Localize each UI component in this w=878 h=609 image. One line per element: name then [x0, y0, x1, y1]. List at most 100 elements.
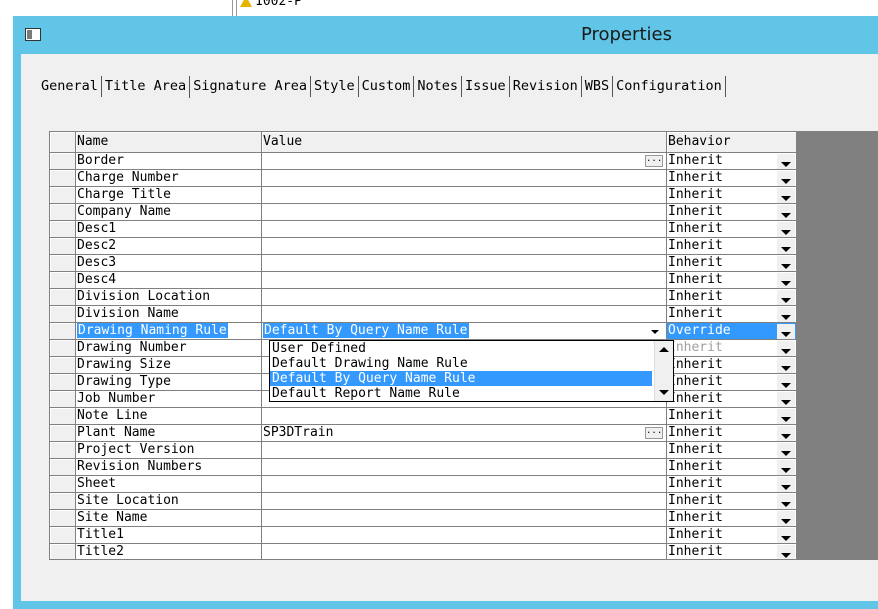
chevron-down-icon[interactable]: [777, 222, 795, 237]
property-name-cell[interactable]: Desc2: [76, 238, 262, 255]
row-selector[interactable]: [50, 170, 76, 187]
property-name-cell[interactable]: Company Name: [76, 204, 262, 221]
table-row[interactable]: Site Name Inherit: [50, 510, 878, 527]
row-selector[interactable]: [50, 272, 76, 289]
chevron-down-icon[interactable]: [777, 375, 795, 390]
table-row[interactable]: Border... Inherit: [50, 153, 878, 170]
table-row[interactable]: Revision Numbers Inherit: [50, 459, 878, 476]
row-selector[interactable]: [50, 408, 76, 425]
property-name-cell[interactable]: Sheet: [76, 476, 262, 493]
property-value-cell[interactable]: [262, 221, 667, 238]
row-selector[interactable]: [50, 289, 76, 306]
property-value-cell[interactable]: [262, 255, 667, 272]
row-selector[interactable]: [50, 221, 76, 238]
behavior-select[interactable]: Inherit: [667, 391, 797, 408]
tab-configuration[interactable]: Configuration: [613, 76, 726, 97]
behavior-select[interactable]: Inherit: [667, 493, 797, 510]
tab-style[interactable]: Style: [311, 76, 359, 97]
behavior-select[interactable]: Inherit: [667, 221, 797, 238]
behavior-select[interactable]: Inherit: [667, 527, 797, 544]
row-selector[interactable]: [50, 459, 76, 476]
table-row[interactable]: Project Version Inherit: [50, 442, 878, 459]
property-name-cell[interactable]: Job Number: [76, 391, 262, 408]
behavior-select[interactable]: Inherit: [667, 357, 797, 374]
behavior-select[interactable]: Inherit: [667, 238, 797, 255]
chevron-down-icon[interactable]: [777, 358, 795, 373]
row-selector[interactable]: [50, 187, 76, 204]
tab-issue[interactable]: Issue: [462, 76, 510, 97]
behavior-select[interactable]: Inherit: [667, 544, 797, 559]
scroll-down-icon[interactable]: [655, 384, 673, 401]
tab-wbs[interactable]: WBS: [582, 76, 614, 97]
behavior-select[interactable]: Inherit: [667, 272, 797, 289]
row-selector[interactable]: [50, 306, 76, 323]
property-value-cell[interactable]: [262, 306, 667, 323]
property-value-cell[interactable]: [262, 408, 667, 425]
property-name-cell[interactable]: Plant Name: [76, 425, 262, 442]
row-selector[interactable]: [50, 476, 76, 493]
chevron-down-icon[interactable]: [777, 341, 795, 356]
property-name-cell[interactable]: Revision Numbers: [76, 459, 262, 476]
chevron-down-icon[interactable]: [777, 426, 795, 441]
chevron-down-icon[interactable]: [777, 409, 795, 424]
behavior-select[interactable]: Inherit: [667, 425, 797, 442]
chevron-down-icon[interactable]: [777, 171, 795, 186]
behavior-select[interactable]: Inherit: [667, 289, 797, 306]
property-name-cell[interactable]: Title1: [76, 527, 262, 544]
property-value-cell[interactable]: [262, 204, 667, 221]
behavior-select[interactable]: Inherit: [667, 255, 797, 272]
property-value-cell[interactable]: SP3DTrain...: [262, 425, 667, 442]
tree-item-1002[interactable]: 1002-P: [240, 0, 302, 9]
property-name-cell[interactable]: Division Location: [76, 289, 262, 306]
behavior-select[interactable]: Inherit: [667, 306, 797, 323]
row-selector[interactable]: [50, 204, 76, 221]
chevron-down-icon[interactable]: [777, 205, 795, 220]
table-row[interactable]: Drawing Naming Rule Default By Query Name…: [50, 323, 878, 340]
table-row[interactable]: Desc1 Inherit: [50, 221, 878, 238]
ellipsis-button[interactable]: ...: [645, 427, 663, 439]
property-name-cell[interactable]: Charge Title: [76, 187, 262, 204]
behavior-select[interactable]: Inherit: [667, 374, 797, 391]
behavior-select[interactable]: Inherit: [667, 408, 797, 425]
property-name-cell[interactable]: Project Version: [76, 442, 262, 459]
table-row[interactable]: Division Location Inherit: [50, 289, 878, 306]
row-selector[interactable]: [50, 374, 76, 391]
tab-custom[interactable]: Custom: [359, 76, 415, 97]
property-value-cell[interactable]: [262, 170, 667, 187]
column-header-behavior[interactable]: Behavior: [667, 132, 797, 153]
tab-general[interactable]: General: [38, 76, 102, 97]
behavior-select[interactable]: Override: [667, 323, 797, 340]
title-bar[interactable]: Properties: [13, 16, 878, 54]
row-selector[interactable]: [50, 527, 76, 544]
chevron-down-icon[interactable]: [777, 545, 795, 559]
table-row[interactable]: Company Name Inherit: [50, 204, 878, 221]
property-value-cell[interactable]: [262, 544, 667, 559]
property-name-cell[interactable]: Note Line: [76, 408, 262, 425]
property-value-cell[interactable]: ...: [262, 153, 667, 170]
behavior-select[interactable]: Inherit: [667, 187, 797, 204]
property-value-cell[interactable]: [262, 442, 667, 459]
row-selector[interactable]: [50, 425, 76, 442]
property-value-cell[interactable]: [262, 459, 667, 476]
dropdown-option[interactable]: User Defined: [270, 341, 652, 356]
property-name-cell[interactable]: Border: [76, 153, 262, 170]
table-row[interactable]: Desc2 Inherit: [50, 238, 878, 255]
property-name-cell[interactable]: Desc4: [76, 272, 262, 289]
property-value-cell[interactable]: [262, 510, 667, 527]
table-row[interactable]: Division Name Inherit: [50, 306, 878, 323]
dropdown-option[interactable]: Default Drawing Name Rule: [270, 356, 652, 371]
tab-notes[interactable]: Notes: [414, 76, 463, 97]
scroll-up-icon[interactable]: [655, 341, 673, 358]
table-row[interactable]: Charge Number Inherit: [50, 170, 878, 187]
table-row[interactable]: Sheet Inherit: [50, 476, 878, 493]
property-name-cell[interactable]: Charge Number: [76, 170, 262, 187]
row-selector[interactable]: [50, 510, 76, 527]
chevron-down-icon[interactable]: [777, 392, 795, 407]
property-value-cell[interactable]: [262, 187, 667, 204]
chevron-down-icon[interactable]: [777, 494, 795, 509]
behavior-select[interactable]: Inherit: [667, 442, 797, 459]
row-selector[interactable]: [50, 340, 76, 357]
row-selector[interactable]: [50, 442, 76, 459]
chevron-down-icon[interactable]: [777, 324, 795, 339]
behavior-select[interactable]: Inherit: [667, 153, 797, 170]
